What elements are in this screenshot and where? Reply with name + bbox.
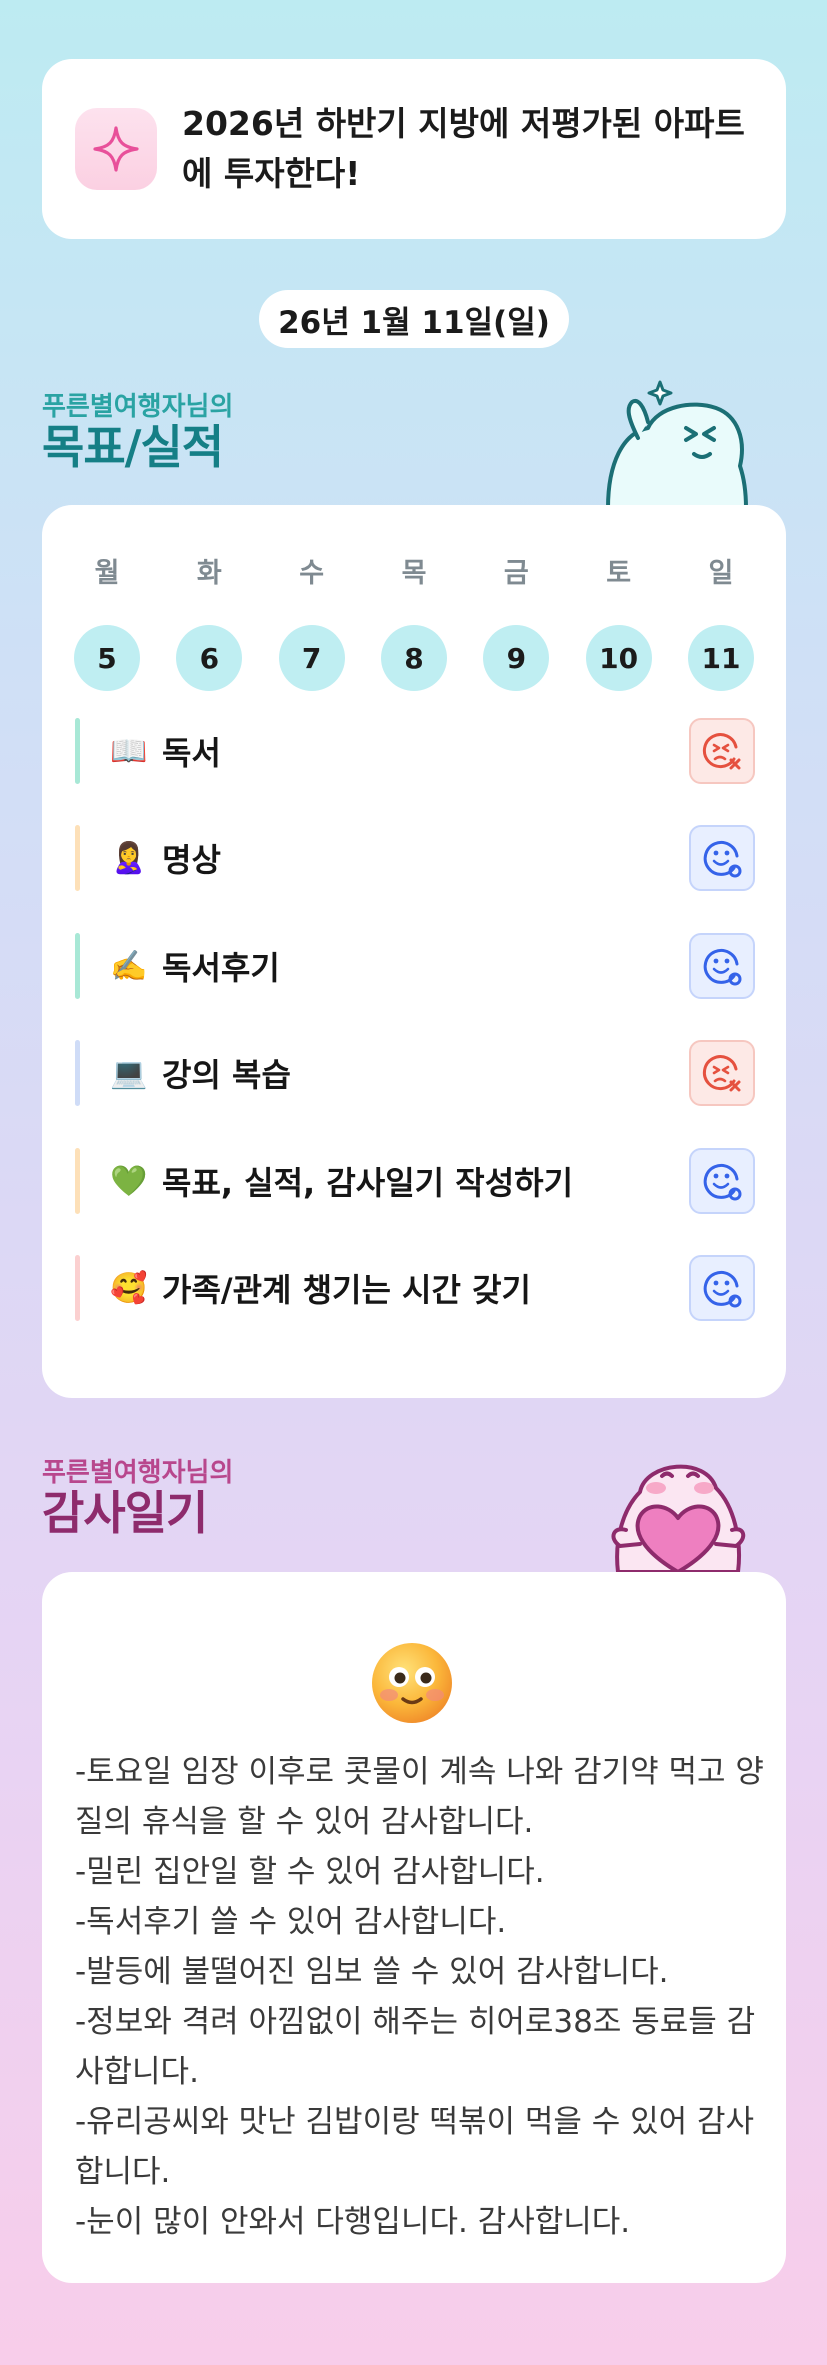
- task-label: 독서: [162, 734, 221, 772]
- day-label: 화: [196, 558, 222, 589]
- status-fail-icon[interactable]: [689, 718, 755, 784]
- goal-card: 2026년 하반기 지방에 저평가된 아파트에 투자한다!: [42, 59, 786, 239]
- gratitude-line: -토요일 임장 이후로 콧물이 계속 나와 감기약 먹고 양질의 휴식을 할 수…: [75, 1754, 764, 1840]
- day-column[interactable]: 화6: [176, 557, 243, 691]
- mascot-teal-illustration: [598, 378, 758, 512]
- task-row[interactable]: 💻 강의 복습: [75, 1040, 755, 1106]
- task-emoji-icon: 🙎‍♀️: [110, 840, 148, 876]
- task-color-bar: [75, 1255, 80, 1321]
- task-label: 강의 복습: [162, 1056, 291, 1094]
- gratitude-card: -토요일 임장 이후로 콧물이 계속 나와 감기약 먹고 양질의 휴식을 할 수…: [42, 1572, 786, 2283]
- achievement-section-title: 푸른별여행자님의 목표/실적: [42, 392, 233, 472]
- day-column[interactable]: 금9: [483, 557, 550, 691]
- task-row[interactable]: 🙎‍♀️ 명상: [75, 825, 755, 891]
- day-date[interactable]: 11: [687, 625, 754, 691]
- gratitude-line: -유리공씨와 맛난 김밥이랑 떡볶이 먹을 수 있어 감사합니다.: [75, 2104, 755, 2190]
- day-column[interactable]: 월5: [74, 557, 140, 691]
- day-label: 일: [708, 558, 734, 589]
- smiling-face-icon: [370, 1641, 454, 1729]
- achievement-title: 목표/실적: [42, 420, 224, 474]
- task-label: 독서후기: [162, 949, 280, 987]
- gratitude-subtitle: 푸른별여행자님의: [42, 1458, 234, 1488]
- task-label: 목표, 실적, 감사일기 작성하기: [162, 1164, 574, 1202]
- day-date[interactable]: 5: [74, 625, 140, 691]
- day-column[interactable]: 수7: [278, 557, 345, 691]
- task-color-bar: [75, 933, 80, 999]
- gratitude-line: -밀린 집안일 할 수 있어 감사합니다.: [75, 1854, 545, 1890]
- task-label: 명상: [162, 841, 221, 879]
- gratitude-section-title: 푸른별여행자님의 감사일기: [42, 1458, 233, 1538]
- status-done-icon[interactable]: [689, 825, 755, 891]
- gratitude-line: -발등에 불떨어진 임보 쓸 수 있어 감사합니다.: [75, 1954, 669, 1990]
- day-column[interactable]: 목8: [380, 557, 447, 691]
- task-emoji-icon: ✍️: [110, 948, 148, 984]
- task-row[interactable]: ✍️ 독서후기: [75, 933, 755, 999]
- task-label: 가족/관계 챙기는 시간 갖기: [162, 1271, 531, 1309]
- status-done-icon[interactable]: [689, 1255, 755, 1321]
- day-label: 금: [503, 558, 529, 589]
- week-strip: 월 5 화 6 수 7 목 8 금 9 토 10 일 11: [74, 557, 754, 691]
- task-color-bar: [75, 718, 80, 784]
- task-row[interactable]: 💚 목표, 실적, 감사일기 작성하기: [75, 1148, 755, 1214]
- day-date[interactable]: 10: [585, 625, 652, 691]
- goal-text: 2026년 하반기 지방에 저평가된 아파트에 투자한다!: [182, 104, 745, 193]
- day-date[interactable]: 6: [176, 625, 243, 691]
- status-done-icon[interactable]: [689, 933, 755, 999]
- status-fail-icon[interactable]: [689, 1040, 755, 1106]
- mascot-heart-illustration: [596, 1448, 756, 1576]
- day-label: 목: [401, 558, 427, 589]
- gratitude-text: -토요일 임장 이후로 콧물이 계속 나와 감기약 먹고 양질의 휴식을 할 수…: [75, 1747, 765, 2247]
- gratitude-line: -눈이 많이 안와서 다행입니다. 감사합니다.: [75, 2204, 631, 2240]
- task-emoji-icon: 📖: [110, 733, 148, 769]
- day-date[interactable]: 8: [380, 625, 447, 691]
- day-label: 토: [606, 558, 632, 589]
- gratitude-title: 감사일기: [42, 1486, 208, 1540]
- achievement-card: 월 5 화 6 수 7 목 8 금 9 토 10 일 11 📖 독서 🙎‍♀️ 명상 ✍️ 독서후기 💻 강의 복…: [42, 505, 786, 1398]
- day-date[interactable]: 9: [483, 625, 550, 691]
- task-emoji-icon: 💻: [110, 1055, 148, 1091]
- day-label: 월: [94, 558, 120, 589]
- status-done-icon[interactable]: [689, 1148, 755, 1214]
- day-label: 수: [299, 558, 325, 589]
- task-color-bar: [75, 825, 80, 891]
- gratitude-line: -정보와 격려 아낌없이 해주는 히어로38조 동료들 감사합니다.: [75, 2004, 756, 2090]
- task-row[interactable]: 🥰 가족/관계 챙기는 시간 갖기: [75, 1255, 755, 1321]
- day-date[interactable]: 7: [278, 625, 345, 691]
- task-emoji-icon: 🥰: [110, 1270, 148, 1306]
- day-column[interactable]: 토 10: [585, 557, 652, 691]
- task-row[interactable]: 📖 독서: [75, 718, 755, 784]
- sparkle-icon: [75, 108, 157, 190]
- task-emoji-icon: 💚: [110, 1163, 148, 1199]
- day-column[interactable]: 일 11: [687, 557, 754, 691]
- task-color-bar: [75, 1148, 80, 1214]
- date-pill[interactable]: 26년 1월 11일(일): [259, 290, 569, 348]
- achievement-subtitle: 푸른별여행자님의: [42, 392, 234, 422]
- gratitude-line: -독서후기 쓸 수 있어 감사합니다.: [75, 1904, 507, 1940]
- task-color-bar: [75, 1040, 80, 1106]
